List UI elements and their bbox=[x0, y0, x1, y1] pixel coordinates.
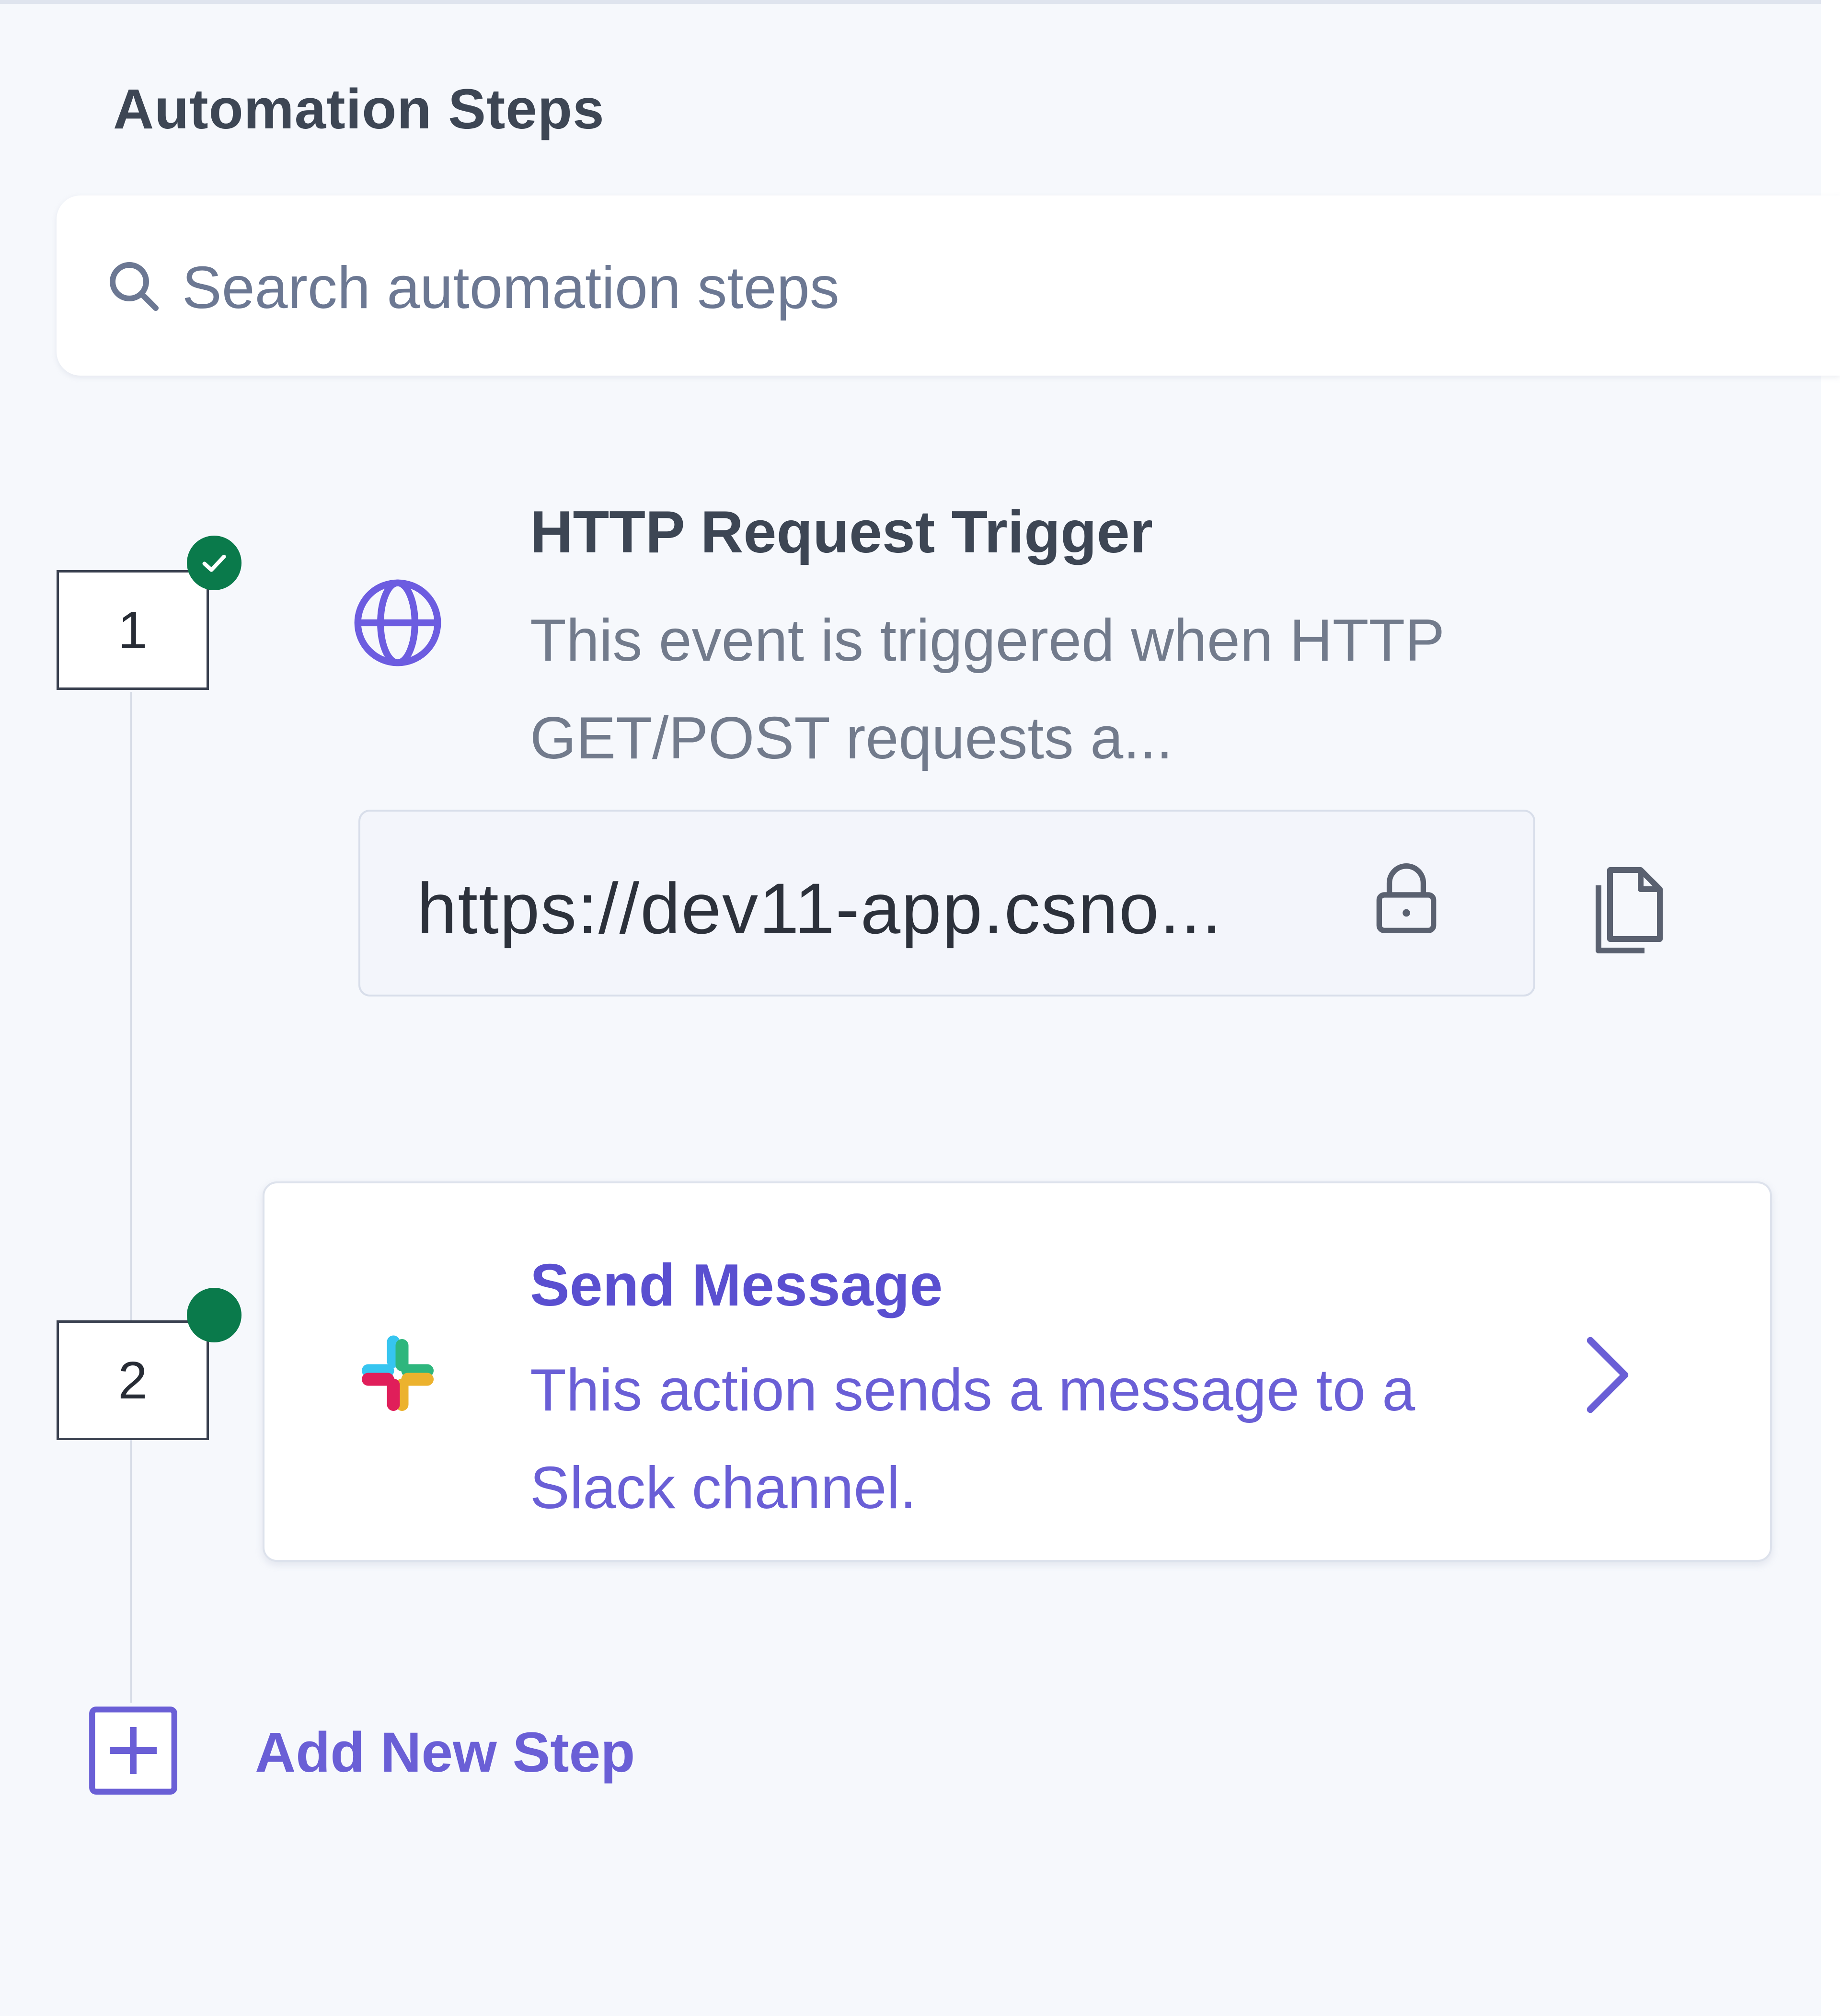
lock-icon bbox=[1376, 863, 1437, 933]
webhook-url-value[interactable]: https://dev11-app.csno... bbox=[417, 867, 1223, 950]
step-title-http-request-trigger[interactable]: HTTP Request Trigger bbox=[530, 498, 1153, 566]
step-complete-check-icon bbox=[187, 536, 242, 590]
chevron-right-icon[interactable] bbox=[1581, 1332, 1634, 1418]
step-description: This event is triggered when HTTP GET/PO… bbox=[530, 607, 1444, 771]
add-new-step-button[interactable]: Add New Step bbox=[255, 1720, 635, 1785]
search-icon bbox=[110, 262, 159, 311]
top-divider bbox=[0, 0, 1821, 4]
panel-title: Automation Steps bbox=[113, 78, 605, 141]
step-number-2: 2 bbox=[57, 1320, 209, 1440]
step-number-1: 1 bbox=[57, 570, 209, 690]
step-active-dot bbox=[187, 1288, 242, 1342]
search-placeholder[interactable]: Search automation steps bbox=[182, 254, 840, 322]
copy-icon[interactable] bbox=[1591, 862, 1668, 958]
globe-icon bbox=[354, 579, 441, 666]
slack-icon bbox=[362, 1335, 434, 1411]
plus-icon[interactable] bbox=[86, 1704, 180, 1798]
step-description: This action sends a message to a Slack c… bbox=[530, 1357, 1415, 1521]
timeline-connector bbox=[130, 692, 132, 1703]
step-title-send-message[interactable]: Send Message bbox=[530, 1251, 943, 1319]
